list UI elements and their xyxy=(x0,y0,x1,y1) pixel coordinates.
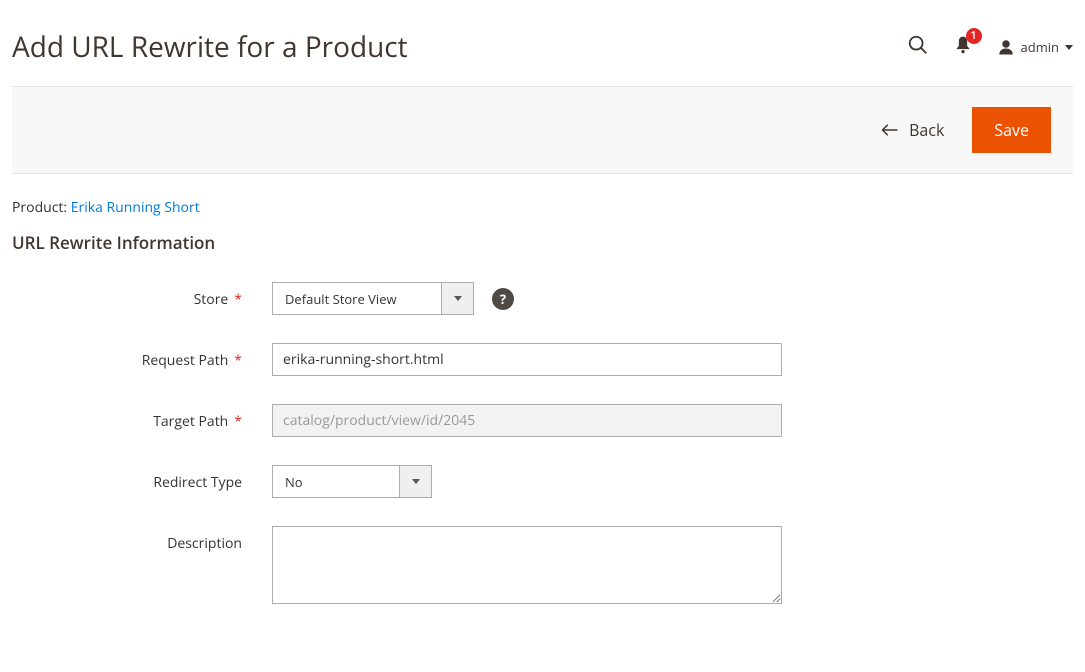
user-menu[interactable]: admin xyxy=(997,38,1073,56)
redirect-type-label: Redirect Type xyxy=(12,465,272,492)
arrow-left-icon xyxy=(881,123,899,137)
chevron-down-icon xyxy=(1065,45,1073,50)
target-path-input xyxy=(272,404,782,437)
request-path-input[interactable] xyxy=(272,343,782,376)
chevron-down-icon xyxy=(441,283,473,314)
page-title: Add URL Rewrite for a Product xyxy=(12,28,408,66)
product-line: Product: Erika Running Short xyxy=(12,198,1073,217)
save-button[interactable]: Save xyxy=(972,107,1051,153)
notification-badge: 1 xyxy=(966,28,982,44)
back-label: Back xyxy=(909,119,944,141)
back-button[interactable]: Back xyxy=(881,119,944,141)
store-value: Default Store View xyxy=(273,283,441,314)
section-title: URL Rewrite Information xyxy=(12,231,1073,254)
notifications-icon[interactable]: 1 xyxy=(953,35,973,60)
user-name: admin xyxy=(1021,38,1059,56)
product-link[interactable]: Erika Running Short xyxy=(71,198,200,217)
description-label: Description xyxy=(12,526,272,553)
chevron-down-icon xyxy=(399,466,431,497)
request-path-label: Request Path xyxy=(12,343,272,370)
product-prefix: Product: xyxy=(12,198,71,217)
search-icon[interactable] xyxy=(907,34,929,61)
store-label: Store xyxy=(12,282,272,309)
help-icon[interactable]: ? xyxy=(492,288,514,310)
redirect-type-select[interactable]: No xyxy=(272,465,432,498)
redirect-type-value: No xyxy=(273,466,399,497)
description-textarea[interactable] xyxy=(272,526,782,604)
user-icon xyxy=(997,38,1015,56)
store-select[interactable]: Default Store View xyxy=(272,282,474,315)
target-path-label: Target Path xyxy=(12,404,272,431)
